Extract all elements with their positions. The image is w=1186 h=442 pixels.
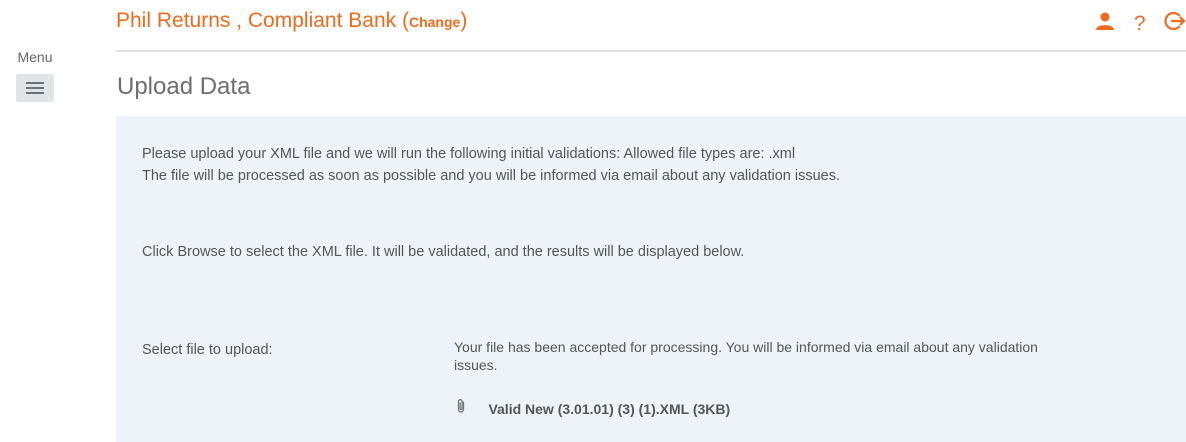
- paperclip-icon: [456, 398, 466, 419]
- header-title: Phil Returns , Compliant Bank (Change): [116, 9, 467, 33]
- select-file-label: Select file to upload:: [142, 342, 273, 358]
- user-icon[interactable]: [1095, 11, 1115, 36]
- menu-block: Menu: [8, 48, 62, 102]
- header-paren-close: ): [460, 9, 468, 32]
- change-bank-link[interactable]: Change: [409, 14, 460, 30]
- upload-instruction-2: The file will be processed as soon as po…: [142, 168, 840, 184]
- header: Phil Returns , Compliant Bank (Change) ?: [116, 0, 1186, 52]
- help-icon[interactable]: ?: [1134, 11, 1146, 37]
- file-accepted-message: Your file has been accepted for processi…: [454, 339, 1038, 373]
- upload-instruction-3: Click Browse to select the XML file. It …: [142, 244, 745, 260]
- upload-instruction-1: Please upload your XML file and we will …: [142, 146, 796, 162]
- header-paren-open: (: [401, 9, 409, 32]
- user-bank-name: Phil Returns , Compliant Bank: [116, 9, 397, 32]
- header-icons: ?: [1081, 10, 1186, 36]
- uploaded-file: Valid New (3.01.01) (3) (1).XML (3KB): [456, 398, 730, 419]
- menu-label: Menu: [17, 49, 53, 65]
- page-title: Upload Data: [117, 73, 251, 100]
- logout-icon[interactable]: [1164, 10, 1186, 37]
- upload-panel: Please upload your XML file and we will …: [116, 116, 1186, 442]
- uploaded-file-name[interactable]: Valid New (3.01.01) (3) (1).XML (3KB): [488, 401, 730, 417]
- menu-button[interactable]: [16, 74, 54, 102]
